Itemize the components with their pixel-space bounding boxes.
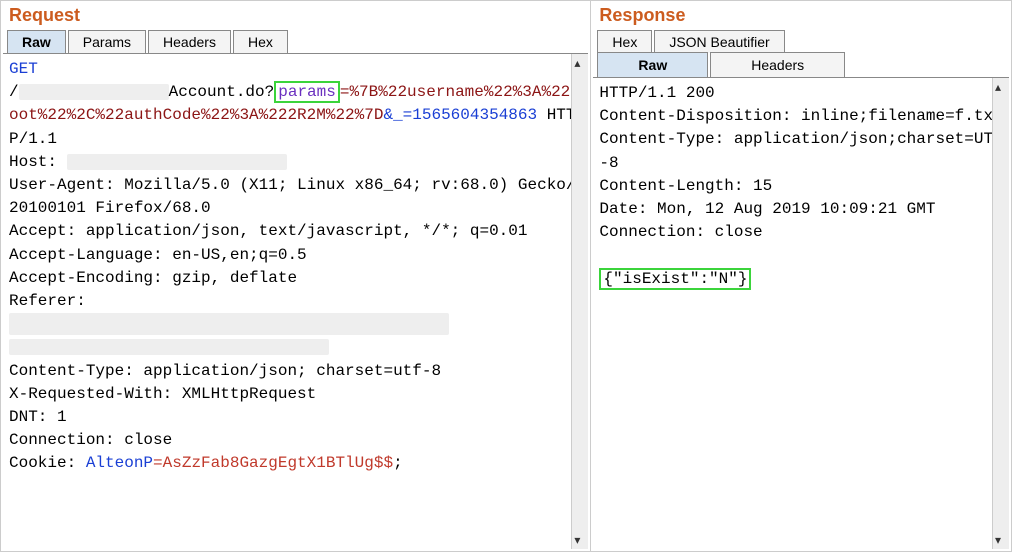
response-title: Response xyxy=(591,1,1011,30)
path-account: Account.do xyxy=(169,83,265,101)
cookie-label: Cookie: xyxy=(9,454,86,472)
path-sep: ? xyxy=(265,83,275,101)
cookie-tail: ; xyxy=(393,454,403,472)
scroll-up-icon[interactable]: ▴ xyxy=(995,80,1001,94)
resp-content-type: Content-Type: application/json;charset=U… xyxy=(599,130,1002,171)
accept: Accept: application/json, text/javascrip… xyxy=(9,222,527,240)
resp-date: Date: Mon, 12 Aug 2019 10:09:21 GMT xyxy=(599,200,935,218)
dnt: DNT: 1 xyxy=(9,408,67,426)
scroll-down-icon[interactable]: ▾ xyxy=(574,533,580,547)
accept-language: Accept-Language: en-US,en;q=0.5 xyxy=(9,246,307,264)
tab-raw-resp[interactable]: Raw xyxy=(597,52,708,77)
response-panel: Response Hex JSON Beautifier Raw Headers… xyxy=(591,0,1012,552)
cookie-key: AlteonP xyxy=(86,454,153,472)
resp-connection: Connection: close xyxy=(599,223,762,241)
request-tabs: Raw Params Headers Hex xyxy=(1,30,590,53)
tab-headers[interactable]: Headers xyxy=(148,30,231,53)
redacted-path xyxy=(19,84,169,100)
response-raw-content[interactable]: HTTP/1.1 200 Content-Disposition: inline… xyxy=(593,78,1009,549)
req-connection: Connection: close xyxy=(9,431,172,449)
accept-encoding: Accept-Encoding: gzip, deflate xyxy=(9,269,297,287)
response-tabs-row2: Raw Headers xyxy=(591,52,1011,77)
tab-headers-resp[interactable]: Headers xyxy=(710,52,845,77)
status-line: HTTP/1.1 200 xyxy=(599,84,714,102)
scroll-up-icon[interactable]: ▴ xyxy=(574,56,580,70)
redacted-referer2 xyxy=(9,339,329,355)
request-panel: Request Raw Params Headers Hex GET / Acco… xyxy=(0,0,591,552)
tab-params[interactable]: Params xyxy=(68,30,146,53)
response-scrollbar[interactable]: ▴ ▾ xyxy=(992,78,1009,549)
cookie-val: =AsZzFab8GazgEgtX1BTlUg$$ xyxy=(153,454,393,472)
request-scrollbar[interactable]: ▴ ▾ xyxy=(571,54,588,549)
params-key-highlight: params xyxy=(274,81,340,103)
user-agent: User-Agent: Mozilla/5.0 (X11; Linux x86_… xyxy=(9,176,576,217)
referer-label: Referer: xyxy=(9,292,86,310)
response-body-highlight: {"isExist":"N"} xyxy=(599,268,751,290)
cache-bust: &_=1565604354863 xyxy=(383,106,537,124)
resp-content-length: Content-Length: 15 xyxy=(599,177,772,195)
redacted-host xyxy=(67,154,287,170)
request-raw-content[interactable]: GET /Account.do?params=%7B%22username%22… xyxy=(3,54,588,549)
tab-raw[interactable]: Raw xyxy=(7,30,66,53)
http-method: GET xyxy=(9,60,38,78)
redacted-referer xyxy=(9,313,449,335)
request-content-wrap: GET /Account.do?params=%7B%22username%22… xyxy=(3,53,588,549)
tab-json-beautifier[interactable]: JSON Beautifier xyxy=(654,30,784,53)
host-label: Host: xyxy=(9,153,57,171)
tab-hex[interactable]: Hex xyxy=(233,30,288,53)
request-title: Request xyxy=(1,1,590,30)
x-requested-with: X-Requested-With: XMLHttpRequest xyxy=(9,385,316,403)
resp-content-disposition: Content-Disposition: inline;filename=f.t… xyxy=(599,107,1002,125)
scroll-down-icon[interactable]: ▾ xyxy=(995,533,1001,547)
req-content-type: Content-Type: application/json; charset=… xyxy=(9,362,441,380)
path-root: / xyxy=(9,83,19,101)
response-content-wrap: HTTP/1.1 200 Content-Disposition: inline… xyxy=(593,77,1009,549)
response-tabs-row1: Hex JSON Beautifier xyxy=(591,30,1011,53)
tab-hex-resp[interactable]: Hex xyxy=(597,30,652,53)
